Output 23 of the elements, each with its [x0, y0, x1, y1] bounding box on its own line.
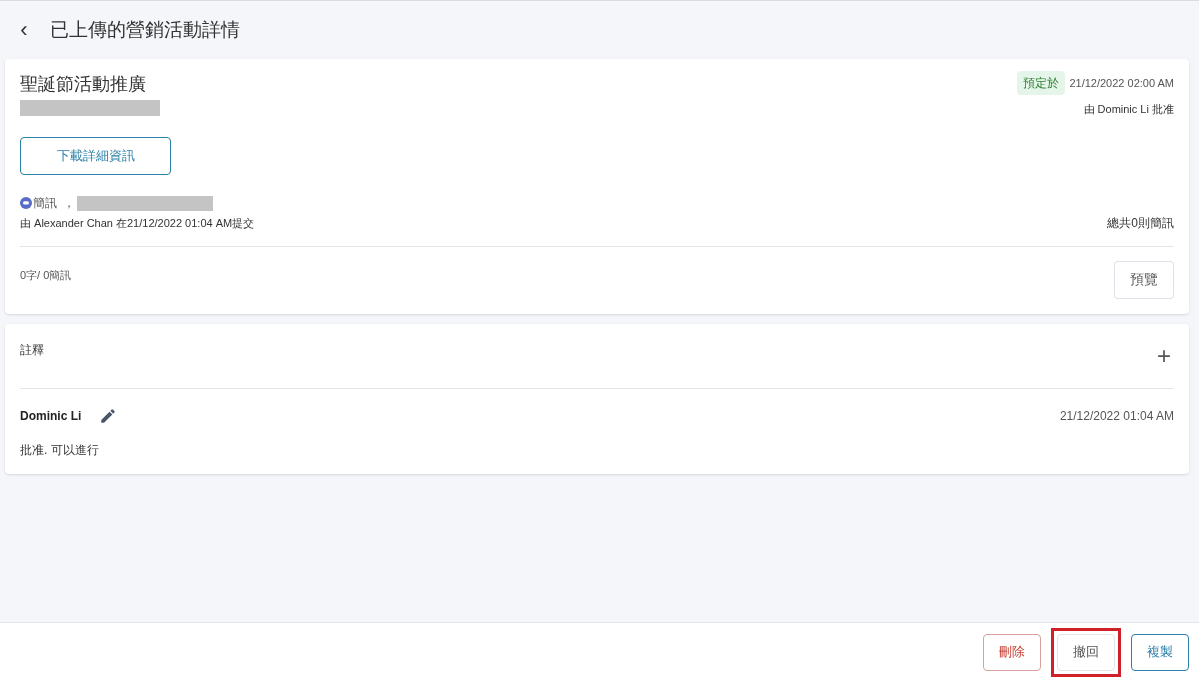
campaign-name: 聖誕節活動推廣	[20, 73, 147, 96]
separator-text: ，	[63, 195, 75, 212]
page-title: 已上傳的營銷活動詳情	[50, 17, 240, 42]
chat-bubble-icon	[20, 197, 32, 209]
submitted-by: 由 Alexander Chan 在21/12/2022 01:04 AM提交	[20, 216, 255, 231]
download-button[interactable]: 下載詳細資訊	[20, 137, 171, 175]
character-count: 0字/ 0簡訊	[20, 267, 72, 283]
note-time: 21/12/2022 01:04 AM	[1059, 407, 1174, 425]
channel-label: 簡訊	[33, 195, 57, 212]
pencil-icon[interactable]	[99, 406, 118, 425]
copy-button[interactable]: 複製	[1131, 633, 1189, 671]
add-button[interactable]: +	[1152, 343, 1176, 368]
status-badge: 預定於	[1017, 71, 1066, 95]
scheduled-time: 21/12/2022 02:00 AM	[1069, 75, 1174, 91]
back-button[interactable]: ‹	[18, 19, 30, 41]
message-total: 總共0則簡訊	[1107, 214, 1174, 232]
note-text: 批准. 可以進行	[20, 441, 100, 459]
preview-button[interactable]: 預覽	[1114, 260, 1174, 299]
note-author: Dominic Li	[20, 407, 82, 425]
delete-button[interactable]: 刪除	[983, 633, 1041, 671]
withdraw-button[interactable]: 撤回	[1057, 633, 1115, 671]
notes-title: 註釋	[20, 341, 44, 359]
approved-by: 由 Dominic Li 批准	[1083, 102, 1174, 117]
